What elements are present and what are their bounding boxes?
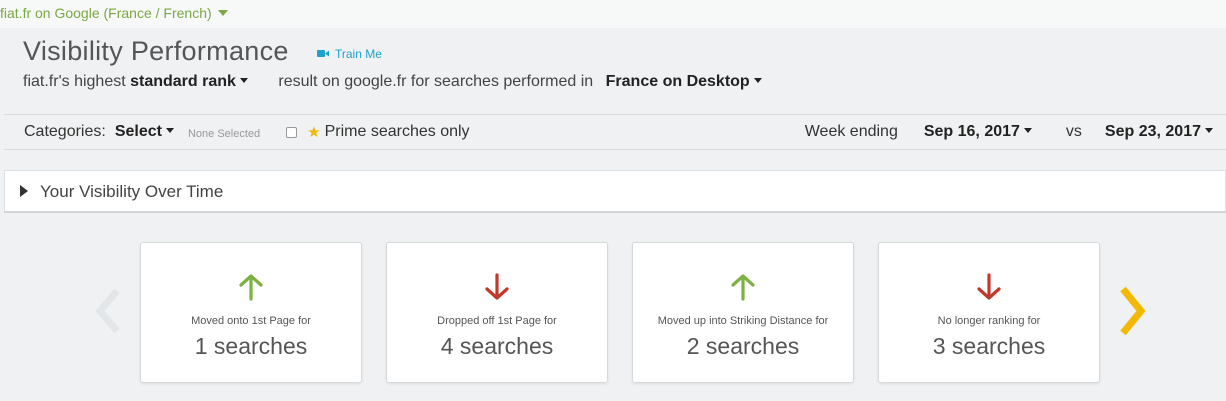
subtitle-line: fiat.fr's highest standard rank result o… [23,73,762,91]
arrow-down-icon [977,273,1001,300]
chevron-down-icon [217,10,228,16]
date-from-dropdown[interactable]: Sep 16, 2017 [924,123,1032,141]
prev-button[interactable] [93,287,123,335]
card-label: Moved up into Striking Distance for [657,315,829,327]
rank-type-dropdown[interactable]: standard rank [130,73,248,90]
site-selector-label: fiat.fr on Google (France / French) [0,5,212,21]
caret-down-icon [1205,128,1213,133]
week-ending-label: Week ending [804,123,898,140]
arrow-up-icon [731,274,755,301]
train-me-link[interactable]: Train Me [317,47,382,61]
categories-label: Categories: [24,123,106,140]
card-label: Moved onto 1st Page for [191,315,311,327]
location-device-dropdown[interactable]: France on Desktop [606,73,762,90]
categories-dropdown[interactable]: Select [115,123,174,141]
next-button[interactable] [1116,285,1148,337]
caret-down-icon [1023,128,1032,133]
card-label: Dropped off 1st Page for [437,315,557,327]
metric-card-striking-distance[interactable]: Moved up into Striking Distance for 2 se… [632,242,854,383]
metric-card-dropped-off-first-page[interactable]: Dropped off 1st Page for 4 searches [386,242,608,383]
top-bar: fiat.fr on Google (France / French) [0,0,1226,28]
chevron-right-icon [1120,286,1146,336]
page-title: Visibility Performance [23,36,289,66]
subtitle-prefix: fiat.fr's highest [23,73,126,90]
location-device-label: France on Desktop [605,73,750,90]
metric-card-no-longer-ranking[interactable]: No longer ranking for 3 searches [878,242,1100,383]
rank-type-label: standard rank [130,73,236,90]
train-me-label: Train Me [335,47,382,61]
filter-bar: Categories: Select None Selected ★ Prime… [4,114,1226,150]
prime-searches-checkbox[interactable] [286,126,298,138]
caret-right-icon [20,185,28,197]
card-label: No longer ranking for [937,315,1041,327]
vs-label: vs [1065,123,1082,140]
subtitle-middle: result on google.fr for searches perform… [278,73,594,90]
date-to-dropdown[interactable]: Sep 23, 2017 [1105,123,1213,141]
none-selected-hint: None Selected [187,127,261,140]
arrow-up-icon [239,274,263,301]
video-camera-icon [317,47,329,61]
date-from-label: Sep 16, 2017 [923,123,1020,140]
page-header: Visibility Performance Train Me fiat.fr'… [0,28,1226,114]
arrow-down-icon [485,273,509,300]
chevron-left-icon [95,288,120,334]
categories-select-label: Select [114,123,162,140]
card-value: 4 searches [440,333,554,359]
card-value: 1 searches [194,333,308,359]
panel-title: Your Visibility Over Time [40,182,224,201]
prime-searches-label[interactable]: Prime searches only [325,123,470,141]
star-icon: ★ [307,124,321,141]
caret-down-icon [239,78,248,83]
visibility-over-time-panel[interactable]: Your Visibility Over Time [4,170,1226,213]
card-value: 3 searches [932,333,1046,359]
card-value: 2 searches [686,333,800,359]
date-to-label: Sep 23, 2017 [1104,123,1201,140]
site-selector-dropdown[interactable]: fiat.fr on Google (France / French) [0,5,228,21]
filter-left: Categories: Select None Selected ★ Prime… [24,123,470,141]
date-range: Week ending Sep 16, 2017 vs Sep 23, 2017 [805,123,1213,141]
caret-down-icon [753,78,762,83]
caret-down-icon [165,128,174,133]
metric-card-moved-onto-first-page[interactable]: Moved onto 1st Page for 1 searches [140,242,362,383]
